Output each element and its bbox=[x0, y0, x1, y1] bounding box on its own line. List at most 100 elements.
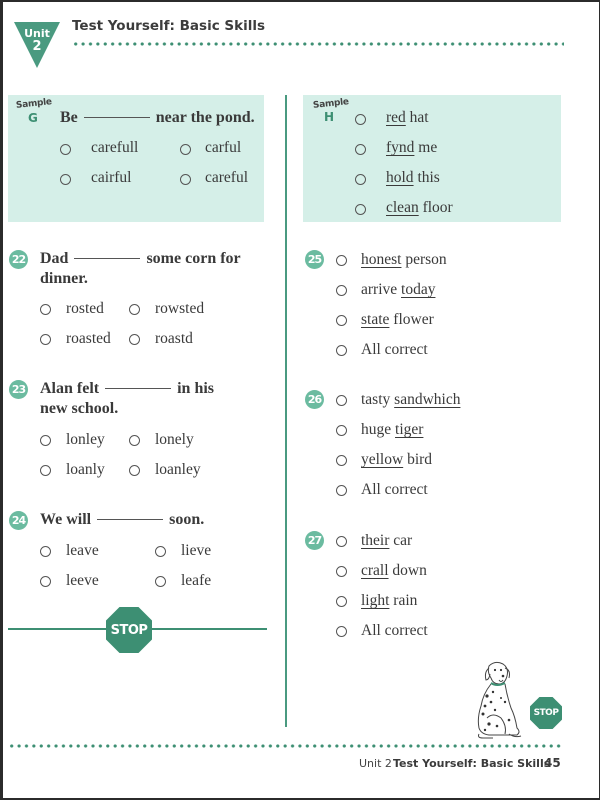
answer-bubble-22-2[interactable] bbox=[129, 304, 140, 315]
option-26-4: All correct bbox=[361, 481, 428, 499]
option-text: person bbox=[401, 251, 447, 268]
prompt-before: Be bbox=[60, 109, 78, 126]
option-25-1: honest person bbox=[361, 251, 447, 269]
sample-h-box: Sample H red hat fynd me hold this clean… bbox=[303, 95, 561, 222]
option-27-2: crall down bbox=[361, 562, 427, 580]
answer-bubble-g-2[interactable] bbox=[180, 144, 191, 155]
answer-bubble-24-4[interactable] bbox=[155, 576, 166, 587]
answer-bubble-24-2[interactable] bbox=[155, 546, 166, 557]
underlined-word: state bbox=[361, 311, 390, 328]
answer-bubble-g-4[interactable] bbox=[180, 174, 191, 185]
option-rest: hat bbox=[405, 109, 429, 126]
option-h-4: clean floor bbox=[386, 199, 453, 217]
question-22-prompt: Dad some corn for dinner. bbox=[40, 249, 241, 289]
underlined-word: today bbox=[401, 281, 436, 298]
option-26-2: huge tiger bbox=[361, 421, 423, 439]
option-rest: this bbox=[413, 169, 440, 186]
option-23-4: loanley bbox=[155, 461, 201, 478]
answer-bubble-22-1[interactable] bbox=[40, 304, 51, 315]
option-text: huge bbox=[361, 421, 396, 438]
answer-bubble-26-1[interactable] bbox=[336, 395, 347, 406]
option-text: car bbox=[389, 532, 413, 549]
answer-bubble-24-1[interactable] bbox=[40, 546, 51, 557]
answer-bubble-h-4[interactable] bbox=[355, 204, 366, 215]
stop-label: STOP bbox=[110, 622, 148, 638]
question-23-prompt: Alan felt in his new school. bbox=[40, 379, 214, 419]
answer-bubble-h-1[interactable] bbox=[355, 114, 366, 125]
answer-blank bbox=[74, 258, 141, 259]
underlined-word: honest bbox=[361, 251, 402, 268]
prompt-before: Dad bbox=[40, 250, 69, 267]
underlined-word: fynd bbox=[386, 139, 415, 156]
page-number: 45 bbox=[544, 756, 561, 770]
option-24-3: leeve bbox=[66, 572, 99, 589]
answer-bubble-26-4[interactable] bbox=[336, 485, 347, 496]
answer-bubble-23-3[interactable] bbox=[40, 465, 51, 476]
answer-bubble-25-2[interactable] bbox=[336, 285, 347, 296]
option-24-1: leave bbox=[66, 542, 99, 559]
answer-bubble-26-2[interactable] bbox=[336, 425, 347, 436]
option-23-3: loanly bbox=[66, 461, 105, 478]
option-text: down bbox=[388, 562, 427, 579]
option-25-2: arrive today bbox=[361, 281, 435, 299]
option-22-2: rowsted bbox=[155, 300, 205, 317]
option-23-1: lonley bbox=[66, 431, 105, 448]
option-text: bird bbox=[403, 451, 433, 468]
answer-bubble-23-2[interactable] bbox=[129, 435, 140, 446]
answer-bubble-25-3[interactable] bbox=[336, 315, 347, 326]
option-24-2: lieve bbox=[181, 542, 212, 559]
answer-bubble-22-4[interactable] bbox=[129, 334, 140, 345]
option-25-4: All correct bbox=[361, 341, 428, 359]
dalmatian-dog-icon bbox=[477, 661, 522, 739]
answer-blank bbox=[83, 117, 150, 118]
question-number-25: 25 bbox=[305, 250, 324, 269]
underlined-word: tiger bbox=[395, 421, 424, 438]
dotted-divider-top bbox=[72, 42, 564, 46]
prompt-after: near the pond. bbox=[155, 109, 255, 126]
option-g-2: carful bbox=[205, 139, 242, 156]
footer-title: Test Yourself: Basic Skills bbox=[393, 757, 551, 770]
answer-bubble-26-3[interactable] bbox=[336, 455, 347, 466]
answer-bubble-g-3[interactable] bbox=[60, 174, 71, 185]
option-27-1: their car bbox=[361, 532, 412, 550]
page-title: Test Yourself: Basic Skills bbox=[72, 18, 266, 34]
question-number-27: 27 bbox=[305, 531, 324, 550]
unit-number: 2 bbox=[32, 39, 42, 54]
option-g-3: cairful bbox=[91, 169, 132, 186]
underlined-word: their bbox=[361, 532, 390, 549]
answer-bubble-27-4[interactable] bbox=[336, 626, 347, 637]
answer-bubble-27-3[interactable] bbox=[336, 596, 347, 607]
answer-bubble-h-3[interactable] bbox=[355, 174, 366, 185]
dotted-divider-bottom bbox=[8, 744, 562, 748]
answer-bubble-24-3[interactable] bbox=[40, 576, 51, 587]
option-22-1: rosted bbox=[66, 300, 104, 317]
answer-bubble-25-4[interactable] bbox=[336, 345, 347, 356]
answer-bubble-23-1[interactable] bbox=[40, 435, 51, 446]
answer-blank bbox=[97, 519, 164, 520]
stop-label: STOP bbox=[533, 708, 559, 718]
option-26-1: tasty sandwhich bbox=[361, 391, 460, 409]
option-text: All correct bbox=[361, 481, 428, 498]
option-text: All correct bbox=[361, 341, 428, 358]
option-rest: floor bbox=[418, 199, 453, 216]
option-22-3: roasted bbox=[66, 330, 111, 347]
prompt-after: soon. bbox=[169, 511, 205, 528]
question-number-22: 22 bbox=[9, 250, 28, 269]
answer-bubble-27-2[interactable] bbox=[336, 566, 347, 577]
answer-bubble-23-4[interactable] bbox=[129, 465, 140, 476]
stop-sign-small-icon: STOP bbox=[530, 697, 562, 729]
underlined-word: crall bbox=[361, 562, 389, 579]
sample-g-box: Sample G Be near the pond. carefull carfu… bbox=[8, 95, 264, 222]
unit-badge: Unit 2 bbox=[14, 22, 60, 68]
option-23-2: lonely bbox=[155, 431, 194, 448]
answer-bubble-h-2[interactable] bbox=[355, 144, 366, 155]
answer-bubble-g-1[interactable] bbox=[60, 144, 71, 155]
option-text: All correct bbox=[361, 622, 428, 639]
stop-sign-icon: STOP bbox=[106, 607, 152, 653]
answer-bubble-25-1[interactable] bbox=[336, 255, 347, 266]
answer-bubble-27-1[interactable] bbox=[336, 536, 347, 547]
option-rest: me bbox=[414, 139, 438, 156]
prompt-before: We will bbox=[40, 511, 92, 528]
answer-bubble-22-3[interactable] bbox=[40, 334, 51, 345]
question-24-prompt: We will soon. bbox=[40, 510, 204, 530]
